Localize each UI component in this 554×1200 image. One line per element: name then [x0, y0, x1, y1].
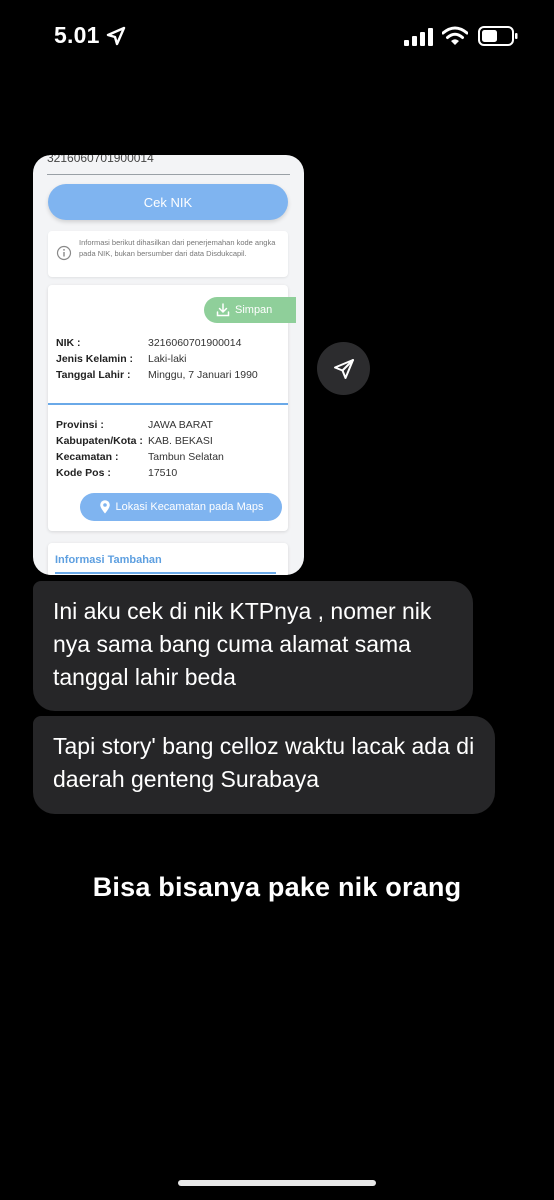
nik-input-value: 3216060701900014	[47, 155, 154, 165]
field-nik: NIK : 3216060701900014	[56, 337, 241, 349]
signal-icon	[404, 28, 433, 46]
home-indicator[interactable]	[178, 1180, 376, 1186]
field-kode-pos: Kode Pos : 17510	[56, 467, 177, 479]
message-bubble[interactable]: Tapi story' bang celloz waktu lacak ada …	[33, 716, 495, 814]
maps-label: Lokasi Kecamatan pada Maps	[115, 501, 264, 513]
section-divider	[48, 403, 288, 405]
field-label: Provinsi :	[56, 419, 104, 431]
cek-nik-button: Cek NIK	[48, 184, 288, 220]
nik-result-card: Simpan NIK : 3216060701900014 Jenis Kela…	[48, 285, 296, 531]
info-text: Informasi berikut dihasilkan dari penerj…	[79, 238, 276, 258]
field-value: Minggu, 7 Januari 1990	[148, 369, 258, 381]
field-kecamatan: Kecamatan : Tambun Selatan	[56, 451, 224, 463]
field-provinsi: Provinsi : JAWA BARAT	[56, 419, 213, 431]
field-tanggal-lahir: Tanggal Lahir : Minggu, 7 Januari 1990	[56, 369, 258, 381]
field-value: KAB. BEKASI	[148, 435, 213, 447]
field-label: Tanggal Lahir :	[56, 369, 131, 381]
field-value: 17510	[148, 467, 178, 479]
field-value: 3216060701900014	[148, 337, 242, 349]
additional-info-card: Informasi Tambahan	[48, 543, 288, 575]
wifi-icon	[442, 26, 468, 45]
field-label: NIK :	[56, 337, 81, 349]
simpan-button: Simpan	[204, 297, 296, 323]
field-value: JAWA BARAT	[148, 419, 213, 431]
field-kabupaten: Kabupaten/Kota : KAB. BEKASI	[56, 435, 213, 447]
nik-input-underline	[47, 174, 290, 175]
message-bubble[interactable]: Ini aku cek di nik KTPnya , nomer nik ny…	[33, 581, 473, 711]
location-arrow-icon	[106, 26, 126, 46]
field-label: Kode Pos :	[56, 467, 111, 479]
battery-icon	[478, 26, 518, 46]
maps-button: Lokasi Kecamatan pada Maps	[80, 493, 282, 521]
field-label: Kecamatan :	[56, 451, 119, 463]
info-icon	[56, 245, 72, 261]
share-button[interactable]	[317, 342, 370, 395]
field-value: Tambun Selatan	[148, 451, 224, 463]
field-label: Jenis Kelamin :	[56, 353, 134, 365]
status-bar: 5.01	[0, 0, 554, 74]
shared-screenshot[interactable]: 3216060701900014 Cek NIK Informasi berik…	[33, 155, 304, 575]
map-pin-icon	[99, 500, 110, 514]
additional-info-title: Informasi Tambahan	[55, 554, 162, 566]
status-time: 5.01	[54, 22, 100, 48]
field-label: Kabupaten/Kota :	[56, 435, 143, 447]
story-caption: Bisa bisanya pake nik orang	[92, 872, 462, 902]
field-jenis-kelamin: Jenis Kelamin : Laki-laki	[56, 353, 187, 365]
simpan-label: Simpan	[235, 304, 273, 316]
additional-info-divider	[55, 572, 276, 574]
send-icon	[333, 358, 354, 379]
field-value: Laki-laki	[148, 353, 187, 365]
download-icon	[216, 303, 230, 317]
info-notice: Informasi berikut dihasilkan dari penerj…	[48, 231, 288, 277]
